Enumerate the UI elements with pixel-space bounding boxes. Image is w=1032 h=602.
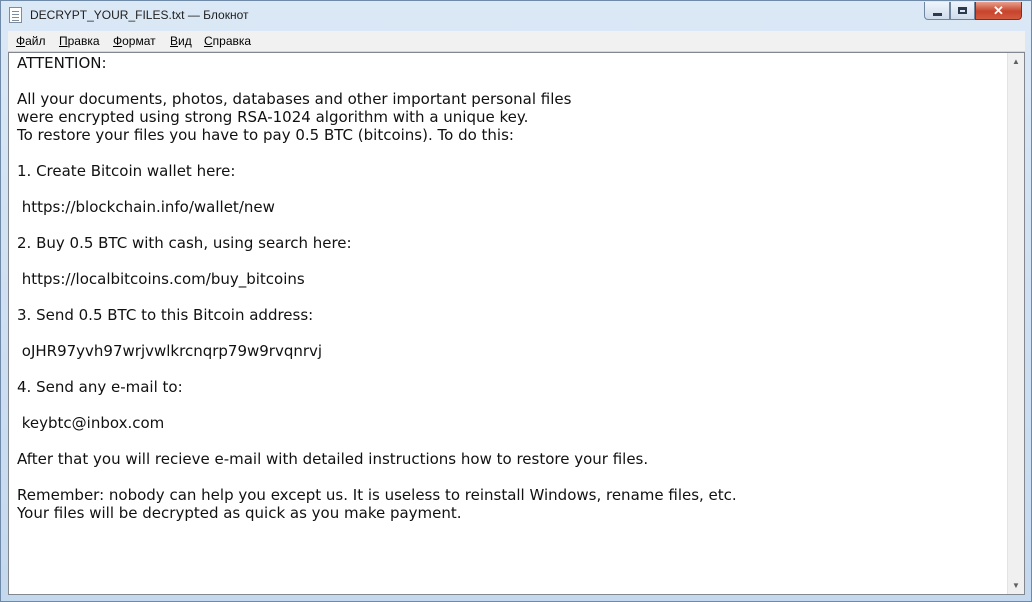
vertical-scrollbar[interactable]: ▲ ▼ (1007, 53, 1024, 594)
text-line: 3. Send 0.5 BTC to this Bitcoin address: (17, 306, 314, 324)
menu-view[interactable]: Вид (170, 34, 192, 48)
text-line: 4. Send any e-mail to: (17, 378, 183, 396)
notepad-icon[interactable] (9, 7, 22, 23)
close-button[interactable]: ✕ (975, 2, 1022, 20)
scroll-up-button[interactable]: ▲ (1008, 53, 1024, 70)
menu-edit[interactable]: Правка (59, 34, 100, 48)
text-line: To restore your files you have to pay 0.… (17, 126, 514, 144)
menu-help[interactable]: Справка (204, 34, 251, 48)
menu-format[interactable]: Формат (113, 34, 156, 48)
scroll-down-button[interactable]: ▼ (1008, 577, 1024, 594)
menu-file[interactable]: Файл (16, 34, 46, 48)
scroll-up-icon: ▲ (1012, 57, 1020, 66)
minimize-icon (932, 12, 942, 16)
text-line: oJHR97yvh97wrjvwlkrcnqrp79w9rvqnrvj (17, 342, 323, 360)
text-line: Your files will be decrypted as quick as… (17, 504, 462, 522)
text-line: https://blockchain.info/wallet/new (17, 198, 275, 216)
menu-bar: Файл Правка Формат Вид Справка (8, 31, 1025, 52)
text-line: After that you will recieve e-mail with … (17, 450, 649, 468)
title-bar[interactable]: DECRYPT_YOUR_FILES.txt — Блокнот ✕ (1, 1, 1031, 29)
text-line: 1. Create Bitcoin wallet here: (17, 162, 236, 180)
close-icon: ✕ (993, 3, 1004, 18)
text-line: were encrypted using strong RSA-1024 alg… (17, 108, 529, 126)
window-title: DECRYPT_YOUR_FILES.txt — Блокнот (30, 8, 249, 22)
text-editor[interactable]: ATTENTION: All your documents, photos, d… (8, 52, 1025, 595)
document-text[interactable]: ATTENTION: All your documents, photos, d… (17, 54, 1006, 522)
notepad-window: DECRYPT_YOUR_FILES.txt — Блокнот ✕ Файл … (0, 0, 1032, 602)
minimize-button[interactable] (924, 2, 950, 20)
text-line: keybtc@inbox.com (17, 414, 165, 432)
text-line: 2. Buy 0.5 BTC with cash, using search h… (17, 234, 352, 252)
text-line: https://localbitcoins.com/buy_bitcoins (17, 270, 305, 288)
text-line: Remember: nobody can help you except us.… (17, 486, 737, 504)
scroll-down-icon: ▼ (1012, 581, 1020, 590)
maximize-icon (958, 7, 967, 14)
text-line: ATTENTION: (17, 54, 107, 72)
maximize-button[interactable] (950, 2, 975, 20)
text-line: All your documents, photos, databases an… (17, 90, 572, 108)
